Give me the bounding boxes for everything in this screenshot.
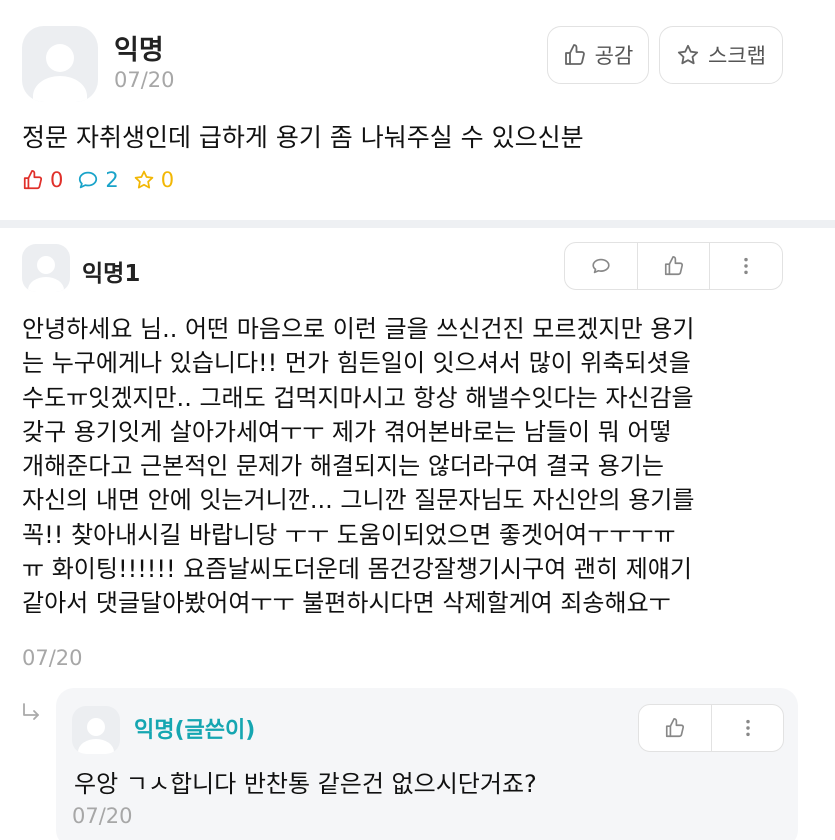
- reply-author: 익명(글쓴이): [134, 718, 256, 743]
- vertical-dots-icon: [743, 257, 748, 275]
- comment-line: 자신의 내면 안에 잇는거니깐... 그니깐 질문자님도 자신안의 용기를: [22, 486, 695, 515]
- comment-line: 꼭!! 찾아내시길 바랍니당 ㅜㅜ 도움이되었으면 좋겟어여ㅜㅜㅜㅠ: [22, 520, 676, 549]
- section-divider: [0, 220, 835, 228]
- thumbs-up-icon: [564, 44, 585, 65]
- comment-count-value: 2: [105, 168, 119, 192]
- reply-button[interactable]: [565, 243, 637, 289]
- star-icon: [134, 170, 154, 189]
- reply-actions: [638, 704, 784, 752]
- comment-actions: [564, 242, 783, 290]
- reply-arrow-icon: [23, 703, 39, 720]
- reply-like-button[interactable]: [639, 705, 711, 751]
- comment-content: 안녕하세요 님.. 어떤 마음으로 이런 글을 쓰신건진 모르겠지만 용기 는 …: [22, 312, 812, 621]
- post-content: 정문 자취생인데 급하게 용기 좀 나눠주실 수 있으신분: [22, 123, 584, 152]
- thumbs-up-icon: [664, 256, 683, 276]
- comment-line: 수도ㅠ잇겠지만.. 그래도 겁먹지마시고 항상 해낼수잇다는 자신감을: [22, 383, 694, 412]
- comment-line: 같아서 댓글달아봤어여ㅜㅜ 불편하시다면 삭제할게여 죄송해요ㅜ: [22, 589, 671, 618]
- post-date: 07/20: [114, 68, 175, 92]
- scrap-count: 0: [133, 168, 174, 192]
- comment-author: 익명1: [82, 261, 141, 287]
- post-stats: 0 2 0: [22, 168, 188, 192]
- avatar: [22, 244, 70, 292]
- scrap-button-label: 스크랩: [708, 44, 766, 68]
- reply-more-button[interactable]: [711, 705, 783, 751]
- comment-like-button[interactable]: [637, 243, 709, 289]
- scrap-count-value: 0: [160, 168, 175, 192]
- comment-line: 갖구 용기잇게 살아가세여ㅜㅜ 제가 겪어본바로는 남들이 뭐 어떻: [22, 417, 672, 446]
- post-author: 익명: [114, 35, 164, 66]
- reply-date: 07/20: [72, 804, 133, 828]
- comment-line: 는 누구에게나 있습니다!! 먼가 힘든일이 잇으셔서 많이 위축되셧을: [22, 349, 691, 378]
- avatar: [22, 26, 98, 102]
- star-icon: [677, 44, 699, 65]
- comment-line: 개해준다고 근본적인 문제가 해결되지는 않더라구여 결국 용기는: [22, 452, 664, 481]
- avatar: [72, 706, 120, 754]
- comment-count: 2: [77, 168, 119, 192]
- like-count: 0: [22, 168, 63, 192]
- thumbs-up-icon: [665, 718, 685, 738]
- scrap-button[interactable]: 스크랩: [659, 26, 783, 84]
- comment-line: 안녕하세요 님.. 어떤 마음으로 이런 글을 쓰신건진 모르겠지만 용기: [22, 315, 695, 343]
- comment-line: ㅠ 화이팅!!!!!! 요즘날씨도더운데 몸건강잘챙기시구여 괜히 제얘기: [22, 555, 692, 584]
- speech-bubble-icon: [79, 171, 98, 189]
- thumbs-up-icon: [23, 169, 43, 190]
- comment-date: 07/20: [22, 646, 83, 670]
- reply-content: 우앙 ㄱㅅ합니다 반찬통 같은건 없으시단거죠?: [74, 770, 537, 798]
- like-button[interactable]: 공감: [547, 26, 649, 84]
- like-count-value: 0: [50, 168, 64, 192]
- vertical-dots-icon: [745, 719, 750, 737]
- like-button-label: 공감: [594, 44, 634, 68]
- speech-bubble-icon: [592, 258, 610, 274]
- more-options-button[interactable]: [709, 243, 781, 289]
